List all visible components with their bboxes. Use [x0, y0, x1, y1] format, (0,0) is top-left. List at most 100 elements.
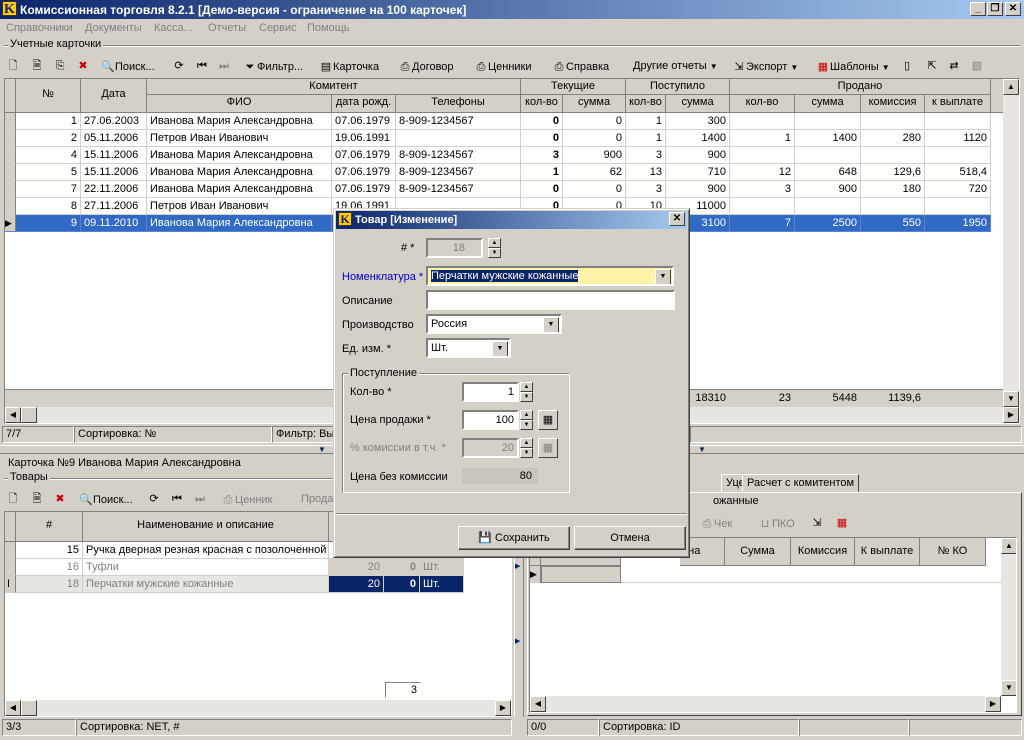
copy-document-icon[interactable]: ⎘: [53, 59, 67, 73]
scroll-left-icon[interactable]: ◀: [5, 407, 21, 423]
cell-phone[interactable]: 8-909-1234567: [396, 164, 521, 181]
goods-cell-name[interactable]: Ручка дверная резная красная с позолочен…: [83, 542, 329, 559]
spin-down-icon[interactable]: ▼: [520, 420, 533, 430]
cell-cs[interactable]: 0: [563, 130, 626, 147]
num-field[interactable]: 18: [426, 238, 483, 258]
cell-cq[interactable]: 0: [521, 113, 563, 130]
cell-date[interactable]: 15.11.2006: [81, 164, 147, 181]
goods-cell-num[interactable]: 15: [16, 542, 83, 559]
spin-up-icon[interactable]: ▲: [488, 238, 501, 248]
delete-document-icon[interactable]: ✖: [76, 59, 90, 73]
cell-cq[interactable]: 1: [521, 164, 563, 181]
cell-fio[interactable]: Иванова Мария Александровна: [147, 147, 332, 164]
cancel-button[interactable]: Отмена: [574, 526, 686, 550]
dropdown-arrow-icon[interactable]: ▼: [543, 317, 559, 332]
spin-down-icon[interactable]: ▼: [520, 392, 533, 402]
cell-ss[interactable]: 2500: [795, 215, 861, 232]
scroll-thumb[interactable]: [21, 407, 37, 423]
templates-icon[interactable]: ▦: [835, 516, 849, 530]
cell-sp[interactable]: [925, 198, 991, 215]
cell-sq[interactable]: 12: [730, 164, 795, 181]
cell-phone[interactable]: 8-909-1234567: [396, 113, 521, 130]
row-indicator[interactable]: [5, 164, 16, 181]
new-document-icon[interactable]: 🗋: [6, 492, 20, 506]
price-spinner[interactable]: ▲ ▼: [520, 410, 533, 430]
splitter-right-icon[interactable]: ▶: [515, 562, 520, 570]
splitter-right-icon[interactable]: ▶: [515, 637, 520, 645]
cell-sc[interactable]: [861, 198, 925, 215]
spin-up-icon[interactable]: ▲: [520, 382, 533, 392]
goods-cell-name[interactable]: Туфли: [83, 559, 329, 576]
cell-phone[interactable]: [396, 130, 521, 147]
cell-sq[interactable]: [730, 113, 795, 130]
dropdown-arrow-icon[interactable]: ▼: [492, 341, 508, 356]
col-header-commission[interactable]: Комиссия: [791, 538, 855, 566]
cell-birth[interactable]: 07.06.1979: [332, 113, 396, 130]
contract-button[interactable]: ⎙ Договор: [398, 60, 454, 74]
cell-rs[interactable]: 300: [666, 113, 730, 130]
edit-document-icon[interactable]: 🗎: [30, 59, 44, 73]
cell-fio[interactable]: Иванова Мария Александровна: [147, 181, 332, 198]
cell-sp[interactable]: 518,4: [925, 164, 991, 181]
save-button[interactable]: 💾 Сохранить: [458, 526, 570, 550]
cell-sc[interactable]: 180: [861, 181, 925, 198]
production-select[interactable]: Россия ▼: [426, 314, 562, 334]
col-header-rec-qty[interactable]: кол-во: [626, 95, 666, 113]
cell-cs[interactable]: 900: [563, 147, 626, 164]
calculator-icon[interactable]: ▦: [538, 438, 558, 458]
row-indicator[interactable]: [5, 198, 16, 215]
cell-birth[interactable]: 07.06.1979: [332, 181, 396, 198]
cell-cs[interactable]: 0: [563, 181, 626, 198]
col-header-fio[interactable]: ФИО: [147, 95, 332, 113]
transfer-icon[interactable]: ⇄: [947, 59, 961, 73]
last-record-icon[interactable]: ⏭: [193, 492, 207, 506]
cell-birth[interactable]: 07.06.1979: [332, 147, 396, 164]
edit-document-icon[interactable]: 🗎: [30, 492, 44, 506]
col-header-sold-pay[interactable]: к выплате: [925, 95, 991, 113]
col-header-num[interactable]: №: [16, 79, 81, 113]
scroll-right-icon[interactable]: ▶: [985, 696, 1001, 712]
cell-fio[interactable]: Петров Иван Иванович: [147, 198, 332, 215]
scroll-right-icon[interactable]: ▶: [1003, 407, 1019, 423]
filter-button[interactable]: ⏷ Фильтр...: [243, 60, 304, 74]
row-indicator[interactable]: [5, 542, 16, 559]
cell-ss[interactable]: [795, 113, 861, 130]
col-header-ko[interactable]: № КО: [920, 538, 986, 566]
splitter-down-icon[interactable]: ▼: [694, 446, 710, 454]
cell-date[interactable]: 09.11.2010: [81, 215, 147, 232]
scroll-left-icon[interactable]: ◀: [5, 700, 21, 716]
col-header-cur-qty[interactable]: кол-во: [521, 95, 563, 113]
price-field[interactable]: 100: [462, 410, 519, 430]
cell-rq[interactable]: 1: [626, 113, 666, 130]
goods-cell-b[interactable]: 0: [384, 559, 420, 576]
price-tag-button[interactable]: ⎙ Ценник: [221, 493, 273, 507]
cell-rs[interactable]: 900: [666, 181, 730, 198]
cell-cq[interactable]: 3: [521, 147, 563, 164]
cell-birth[interactable]: 07.06.1979: [332, 164, 396, 181]
cell-cs[interactable]: 0: [563, 113, 626, 130]
export-icon[interactable]: ⇲: [810, 516, 824, 530]
cell-rs[interactable]: 1400: [666, 130, 730, 147]
col-header-goods-num[interactable]: #: [16, 512, 83, 542]
col-header-sold-comm[interactable]: комиссия: [861, 95, 925, 113]
templates-button[interactable]: ▦ Шаблоны ▼: [816, 60, 890, 74]
refresh-icon[interactable]: ⟳: [147, 492, 161, 506]
scroll-down-icon[interactable]: ▼: [1001, 680, 1016, 696]
cell-sc[interactable]: 129,6: [861, 164, 925, 181]
num-spinner[interactable]: ▲ ▼: [488, 238, 501, 258]
cell-sc[interactable]: [861, 147, 925, 164]
row-indicator[interactable]: [5, 181, 16, 198]
cell-ss[interactable]: 648: [795, 164, 861, 181]
cell-fio[interactable]: Иванова Мария Александровна: [147, 215, 332, 232]
cell-num[interactable]: 9: [16, 215, 81, 232]
col-header-rec-sum[interactable]: сумма: [666, 95, 730, 113]
minimize-button[interactable]: _: [970, 2, 986, 16]
row-indicator[interactable]: [5, 130, 16, 147]
import-icon[interactable]: ⇱: [925, 59, 939, 73]
scroll-up-icon[interactable]: ▲: [1001, 538, 1016, 554]
col-header-sold-sum[interactable]: сумма: [795, 95, 861, 113]
cell-sc[interactable]: 550: [861, 215, 925, 232]
cell-sp[interactable]: 720: [925, 181, 991, 198]
col-header-date[interactable]: Дата: [81, 79, 147, 113]
cell-num[interactable]: 5: [16, 164, 81, 181]
